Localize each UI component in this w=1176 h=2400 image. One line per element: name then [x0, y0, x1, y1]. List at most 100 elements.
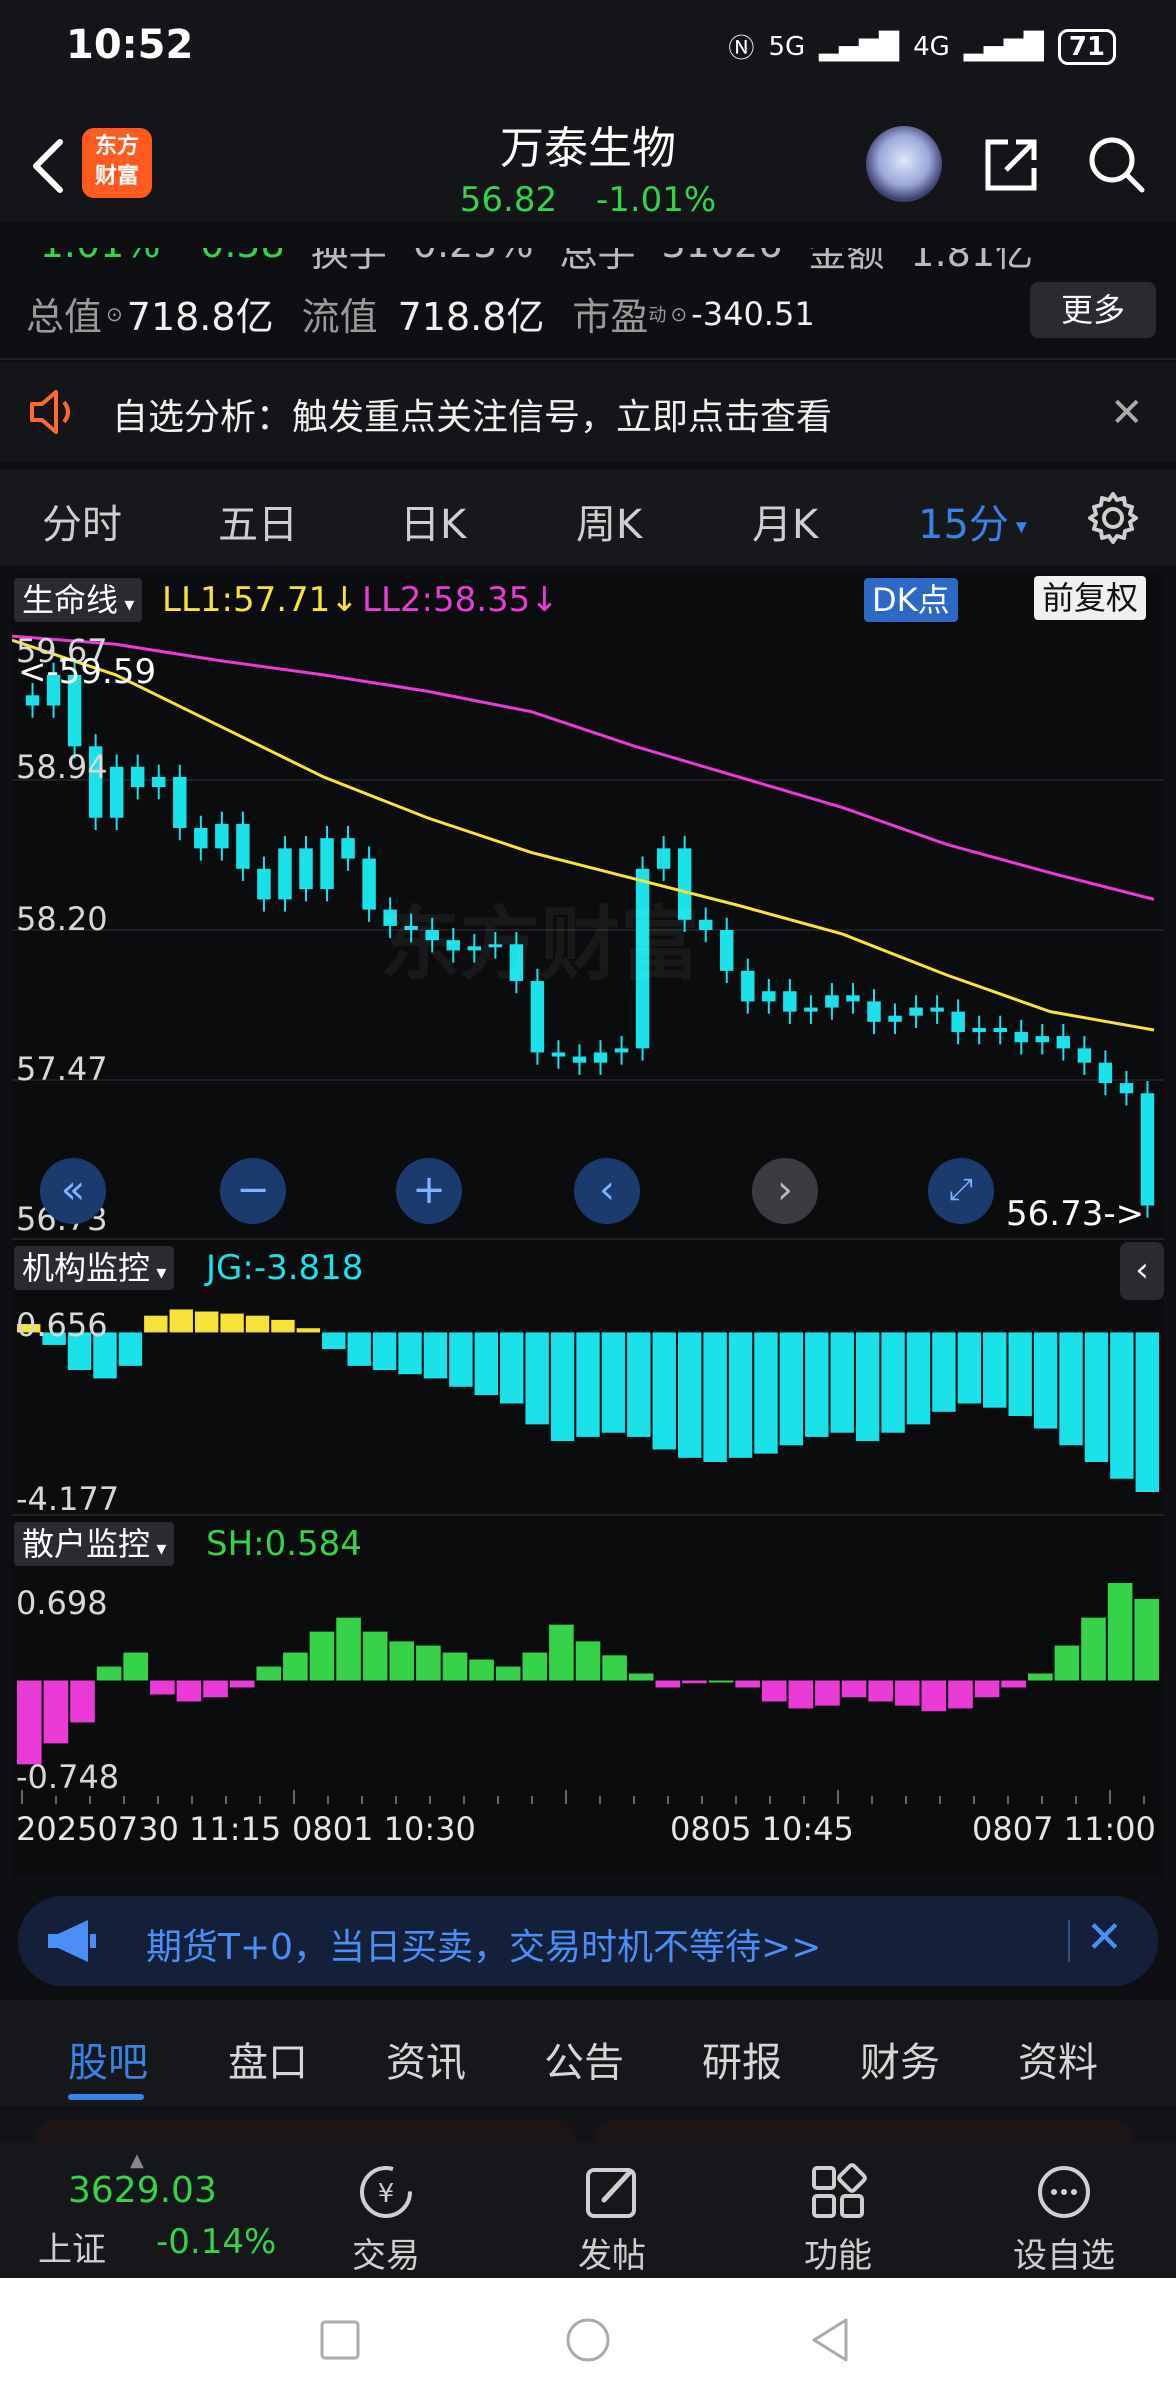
indicator-bar — [469, 1659, 494, 1681]
status-time: 10:52 — [66, 22, 194, 68]
trade-icon: ¥ — [360, 2166, 412, 2218]
time-label: 0801 10:30 — [292, 1810, 476, 1848]
more-dots-icon — [1038, 2166, 1090, 2218]
candle-body — [130, 766, 145, 788]
scroll-left-button[interactable]: ‹ — [574, 1158, 640, 1224]
tab-order-book[interactable]: 盘口 — [228, 2030, 308, 2088]
tab-forum[interactable]: 股吧 — [68, 2030, 148, 2088]
indicator-bar — [881, 1332, 905, 1433]
dk-point-button[interactable]: DK点 — [864, 578, 958, 622]
y-tick-label: 58.20 — [16, 900, 108, 938]
time-label: 0805 10:45 — [670, 1810, 854, 1848]
sub2-selector[interactable]: 散户监控 ▾ — [14, 1522, 175, 1566]
indicator-bar — [906, 1332, 931, 1425]
index-value[interactable]: 3629.03 — [68, 2170, 217, 2211]
tab-financials[interactable]: 财务 — [860, 2030, 940, 2088]
tab-profile[interactable]: 资料 — [1018, 2030, 1098, 2088]
candle-body — [888, 1015, 902, 1022]
candle-body — [741, 970, 755, 1002]
indicator-bar — [398, 1332, 422, 1375]
indicator-bar — [655, 1680, 681, 1688]
zoom-in-button[interactable]: + — [396, 1158, 462, 1224]
candle-body — [1077, 1048, 1092, 1063]
collapse-panel-button[interactable]: ‹ — [1120, 1242, 1164, 1300]
tab-monthly-k[interactable]: 月K — [752, 492, 818, 550]
candle-body — [1014, 1032, 1028, 1043]
index-change: -0.14% — [156, 2222, 277, 2262]
divider — [12, 1238, 1164, 1240]
indicator-bar — [283, 1652, 308, 1681]
dock-trade[interactable]: ¥ 交易 — [316, 2160, 456, 2277]
candle-body — [109, 766, 124, 818]
tab-daily-k[interactable]: 日K — [400, 492, 466, 550]
tab-news[interactable]: 资讯 — [386, 2030, 466, 2088]
indicator-bar — [17, 1680, 42, 1765]
indicator-bar — [449, 1332, 473, 1387]
indicator-bar — [118, 1332, 143, 1366]
candle-body — [341, 838, 355, 859]
indicator-bar — [627, 1332, 651, 1437]
candle-body — [593, 1052, 608, 1063]
indicator-bar — [652, 1332, 676, 1450]
indicator-bar — [983, 1332, 1007, 1408]
search-icon[interactable] — [1084, 132, 1148, 196]
sub1-selector[interactable]: 机构监控 ▾ — [14, 1246, 175, 1290]
zoom-out-button[interactable]: − — [220, 1158, 286, 1224]
indicator-bar — [416, 1645, 441, 1681]
dock-post[interactable]: 发帖 — [542, 2160, 682, 2277]
indicator-bar — [322, 1332, 346, 1350]
ad-text[interactable]: 期货T+0，当日买卖，交易时机不等待>> — [146, 1918, 821, 1970]
indicator-bar — [868, 1680, 893, 1702]
tab-five-day[interactable]: 五日 — [218, 492, 298, 550]
indicator-bar — [347, 1332, 371, 1366]
indicator-selector[interactable]: 生命线 ▾ — [14, 578, 143, 622]
ad-close-icon[interactable]: ✕ — [1086, 1912, 1123, 1963]
indicator-bar — [203, 1680, 228, 1698]
status-indicators: Ⓝ 5G ▂▄▆█ 4G ▂▄▆█ 71 — [728, 28, 1116, 65]
tab-15min[interactable]: 15分 ▾ — [918, 492, 1027, 550]
indicator-bar — [855, 1332, 880, 1442]
institution-monitor-chart[interactable] — [12, 1300, 1164, 1512]
more-button[interactable]: 更多 — [1030, 282, 1156, 338]
tab-announcements[interactable]: 公告 — [544, 2030, 624, 2088]
indicator-bar — [423, 1332, 448, 1379]
scroll-right-button[interactable]: › — [752, 1158, 818, 1224]
adjust-button[interactable]: 前复权 — [1034, 576, 1147, 620]
indicator-bar — [703, 1332, 727, 1462]
back-nav-icon[interactable] — [808, 2316, 852, 2364]
time-axis-ticks — [21, 1790, 1145, 1804]
indicator-bar — [708, 1680, 734, 1683]
indicator-bar — [1110, 1332, 1134, 1479]
assistant-robot-icon[interactable] — [866, 126, 942, 202]
candle-body — [1035, 1036, 1050, 1043]
gear-icon[interactable] — [1085, 490, 1141, 546]
indicator-bar — [169, 1309, 193, 1333]
ad-separator — [1068, 1920, 1070, 1962]
indicator-bar — [575, 1641, 601, 1681]
indicator-bar — [362, 1631, 388, 1681]
share-icon[interactable] — [980, 134, 1042, 196]
tab-research[interactable]: 研报 — [702, 2030, 782, 2088]
fullscreen-icon[interactable]: ⤢ — [928, 1158, 994, 1224]
indicator-bar — [144, 1315, 168, 1333]
scroll-left-far-button[interactable]: « — [40, 1158, 106, 1224]
candle-body — [236, 823, 250, 869]
expand-caret-icon[interactable]: ▲ — [130, 2150, 144, 2171]
tab-weekly-k[interactable]: 周K — [576, 492, 642, 550]
indicator-bar — [271, 1319, 295, 1333]
recent-apps-icon[interactable] — [318, 2318, 362, 2362]
dock-functions[interactable]: 功能 — [768, 2160, 908, 2277]
info-icon-2: ⊙ — [670, 301, 688, 326]
home-icon[interactable] — [564, 2316, 612, 2364]
dock-add-watchlist[interactable]: 设自选 — [994, 2160, 1134, 2277]
divider — [12, 1514, 1164, 1516]
retail-monitor-chart[interactable] — [12, 1578, 1164, 1790]
network-5g: 5G — [768, 31, 806, 62]
indicator-bar — [974, 1680, 1000, 1698]
tab-intraday[interactable]: 分时 — [42, 492, 122, 550]
notice-close-icon[interactable]: ✕ — [1110, 390, 1144, 436]
candle-body — [656, 848, 671, 869]
indicator-bar — [96, 1666, 122, 1681]
notice-text[interactable]: 自选分析：触发重点关注信号，立即点击查看 — [112, 388, 832, 440]
float-cap-label: 流值 — [301, 295, 378, 339]
